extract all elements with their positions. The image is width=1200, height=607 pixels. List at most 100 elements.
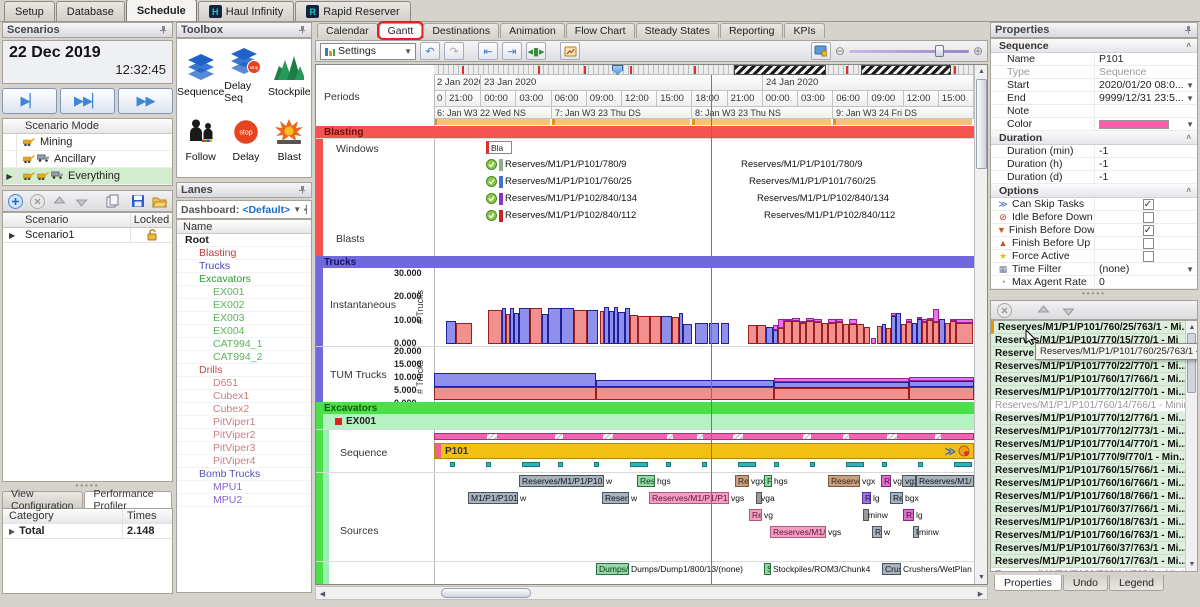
- truck-count-bar[interactable]: [661, 316, 672, 344]
- milestone-marker[interactable]: [558, 462, 563, 467]
- task-scroll-thumb[interactable]: [1187, 333, 1196, 393]
- tab-legend[interactable]: Legend: [1109, 575, 1164, 591]
- property-row-color[interactable]: Color▼: [991, 118, 1197, 131]
- tab-calendar[interactable]: Calendar: [317, 23, 378, 38]
- time-header-cell[interactable]: 15:00: [939, 91, 974, 107]
- vertical-scroll-thumb[interactable]: [976, 79, 987, 169]
- property-value[interactable]: P101: [1095, 53, 1197, 65]
- chevron-down-icon[interactable]: ▼: [293, 205, 301, 214]
- property-group-options[interactable]: Options˄: [991, 184, 1197, 198]
- task-down-button[interactable]: [1059, 301, 1078, 319]
- toolbox-item-follow[interactable]: Follow: [177, 108, 224, 173]
- source-task-chip[interactable]: R: [881, 475, 891, 487]
- tab-properties[interactable]: Properties: [994, 575, 1062, 591]
- time-header-cell[interactable]: 03:00: [798, 91, 833, 107]
- lane-tree-item-pitviper4[interactable]: PitViper4: [177, 455, 311, 468]
- blasting-section-header[interactable]: Blasting: [316, 126, 975, 138]
- milestone-marker[interactable]: [918, 462, 923, 467]
- app-tab-database[interactable]: Database: [56, 1, 125, 21]
- source-task-chip[interactable]: S: [764, 563, 771, 575]
- truck-count-bar[interactable]: [721, 323, 729, 344]
- truck-count-bar[interactable]: [956, 323, 973, 344]
- task-up-button[interactable]: [1034, 301, 1053, 319]
- property-value[interactable]: ✓: [1095, 225, 1197, 236]
- tum-magenta-segment[interactable]: [909, 377, 974, 381]
- scroll-down-arrow[interactable]: ▼: [1186, 558, 1198, 571]
- lane-tree-item-mpu2[interactable]: MPU2: [177, 494, 311, 507]
- lane-tree-item-excavators[interactable]: Excavators: [177, 273, 311, 286]
- checkbox[interactable]: [1143, 212, 1154, 223]
- scroll-left-arrow[interactable]: ◀: [316, 587, 329, 600]
- app-tab-schedule[interactable]: Schedule: [126, 0, 197, 21]
- add-scenario-button[interactable]: [6, 192, 25, 210]
- task-list-item[interactable]: Reserves/M1/P1/P101/760/18/763/1 - Mi...: [991, 516, 1185, 529]
- blast-task[interactable]: Reserves/M1/P1/P102/840/112: [486, 209, 736, 222]
- time-header-cell[interactable]: 09:00: [868, 91, 903, 107]
- copy-scenario-button[interactable]: [103, 192, 122, 210]
- time-header-cell[interactable]: 09:00: [587, 91, 622, 107]
- time-header-cell[interactable]: 0: [434, 91, 446, 107]
- milestone-marker[interactable]: [846, 462, 864, 467]
- settings-dropdown[interactable]: Settings ▼: [320, 43, 416, 60]
- truck-count-bar[interactable]: [456, 323, 472, 344]
- toolbox-item-delay-seq[interactable]: stopDelay Seq: [224, 43, 267, 108]
- timeline-scrubber[interactable]: [434, 65, 974, 75]
- sequence-bar[interactable]: P101≫: [434, 443, 974, 459]
- tab-reporting[interactable]: Reporting: [720, 23, 784, 38]
- blast-task[interactable]: Reserves/M1/P1/P102/840/134: [486, 192, 736, 205]
- property-value[interactable]: (none)▼: [1095, 263, 1197, 275]
- property-value[interactable]: -1: [1095, 171, 1197, 183]
- property-row-duration-min-[interactable]: Duration (min)-1: [991, 145, 1197, 158]
- property-row-start[interactable]: Start2020/01/20 08:0...▼: [991, 79, 1197, 92]
- source-task-chip[interactable]: Reserves/M1/: [916, 475, 974, 487]
- tab-flow-chart[interactable]: Flow Chart: [566, 23, 635, 38]
- lane-tree-item-trucks[interactable]: Trucks: [177, 260, 311, 273]
- fast-forward-button[interactable]: ▶▶▏: [60, 88, 115, 114]
- tum-red-segment[interactable]: [434, 387, 596, 400]
- property-group-sequence[interactable]: Sequence˄: [991, 39, 1197, 53]
- delete-scenario-button[interactable]: [28, 192, 47, 210]
- horizontal-scroll-thumb[interactable]: [441, 588, 531, 598]
- task-list-item[interactable]: Reserves/M1/P1/P101/760/25/763/1 - Mi...: [991, 321, 1185, 334]
- truck-count-bar[interactable]: [683, 324, 692, 344]
- scroll-down-arrow[interactable]: ▼: [975, 571, 988, 584]
- truck-count-bar[interactable]: [574, 310, 587, 344]
- truck-count-bar[interactable]: [757, 325, 766, 344]
- zoom-out-icon[interactable]: ⊖: [835, 44, 845, 58]
- time-header-cell[interactable]: 12:00: [622, 91, 657, 107]
- times-column-header[interactable]: Times: [122, 509, 172, 523]
- step-forward-button[interactable]: ▶▏: [2, 88, 57, 114]
- time-header-cell[interactable]: 03:00: [516, 91, 551, 107]
- task-list-item[interactable]: Reserves/M1/P1/P101/770/22/770/1 - Mi...: [991, 360, 1185, 373]
- milestone-marker[interactable]: [522, 462, 540, 467]
- profiler-total-row[interactable]: ▶Total 2.148: [3, 524, 172, 539]
- blast-window-chip[interactable]: Bla: [486, 141, 512, 154]
- task-list-item[interactable]: Reserves/M1/P1/P101/760/17/763/1 - Mi...: [991, 555, 1185, 568]
- color-swatch[interactable]: [1099, 120, 1169, 129]
- truck-count-bar[interactable]: [587, 310, 598, 344]
- scrubber-thumb[interactable]: [612, 65, 623, 75]
- property-value[interactable]: -1: [1095, 145, 1197, 157]
- lane-tree-item-bomb-trucks[interactable]: Bomb Trucks: [177, 468, 311, 481]
- truck-count-bar[interactable]: [857, 324, 864, 344]
- scenario-row[interactable]: ▶ Scenario1: [3, 228, 172, 243]
- truck-count-bar[interactable]: [828, 323, 836, 344]
- property-value[interactable]: 0: [1095, 276, 1197, 288]
- play-button[interactable]: ▶▶: [118, 88, 173, 114]
- scroll-right-arrow[interactable]: ▶: [974, 587, 987, 600]
- task-list-item[interactable]: Reserves/M1/P1/P101/760/37/766/1 - Mi...: [991, 503, 1185, 516]
- lane-tree-item-pitviper1[interactable]: PitViper1: [177, 416, 311, 429]
- truck-count-bar[interactable]: [672, 317, 679, 344]
- collapse-icon[interactable]: ˄: [1186, 133, 1191, 142]
- property-row-type[interactable]: TypeSequence: [991, 66, 1197, 79]
- checkbox[interactable]: [1143, 251, 1154, 262]
- milestone-marker[interactable]: [810, 462, 815, 467]
- task-list-item[interactable]: Reserves/M1/P1/P101/770/14/770/1 - Mi...: [991, 438, 1185, 451]
- milestone-marker[interactable]: [774, 462, 779, 467]
- locked-column-header[interactable]: Locked: [130, 213, 172, 227]
- display-lock-button[interactable]: [811, 42, 831, 60]
- task-list-item[interactable]: Reserves/M1/P1/P101/770/12/773/1 - Mi...: [991, 425, 1185, 438]
- property-value[interactable]: 9999/12/31 23:5...▼: [1095, 92, 1197, 104]
- scenario-mode-everything[interactable]: ▶Everything: [3, 168, 172, 185]
- truck-count-bar[interactable]: [695, 323, 708, 344]
